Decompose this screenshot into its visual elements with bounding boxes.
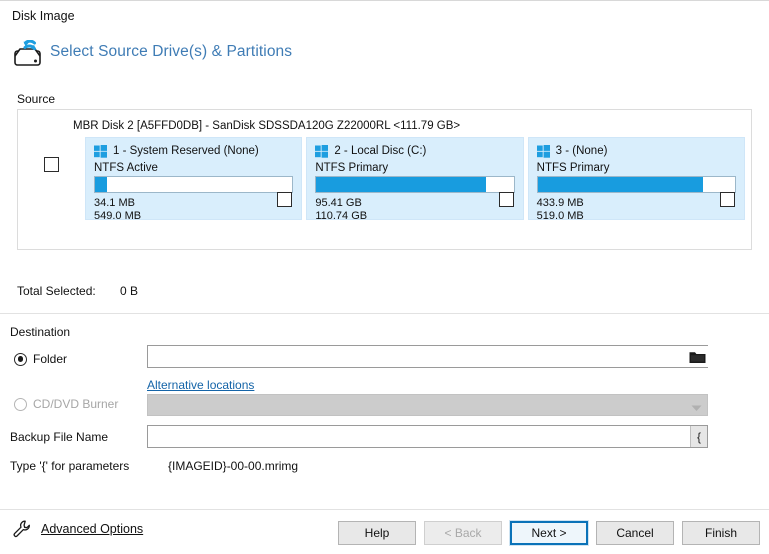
cddvd-burner-combobox bbox=[147, 394, 708, 416]
partition-used: 95.41 GB bbox=[315, 197, 362, 209]
backup-file-name-input[interactable] bbox=[148, 426, 690, 447]
destination-cddvd-radio[interactable]: CD/DVD Burner bbox=[14, 397, 118, 411]
wizard-step-header: Select Source Drive(s) & Partitions bbox=[0, 35, 769, 79]
partition-filesystem: NTFS Primary bbox=[536, 162, 610, 174]
chevron-down-icon bbox=[691, 401, 702, 415]
advanced-options[interactable]: Advanced Options bbox=[12, 519, 143, 539]
back-button: < Back bbox=[424, 521, 502, 545]
partition-select-checkbox[interactable] bbox=[498, 192, 514, 210]
partition-total: 549.0 MB bbox=[94, 210, 142, 222]
disk-image-refresh-icon bbox=[12, 39, 46, 70]
radio-indicator-folder[interactable] bbox=[14, 352, 27, 366]
partition-used: 433.9 MB bbox=[536, 197, 584, 209]
partition-usage-fill bbox=[95, 177, 107, 192]
destination-folder-combobox[interactable] bbox=[147, 345, 708, 368]
partition-usage-bar bbox=[536, 176, 736, 193]
footer-divider bbox=[0, 509, 769, 510]
type-hint-label: Type '{' for parameters bbox=[10, 459, 130, 473]
partition-name: 2 - Local Disc (C:) bbox=[334, 145, 427, 157]
partition-card[interactable]: 2 - Local Disc (C:) NTFS Primary 95.41 G… bbox=[306, 137, 524, 223]
partition-list: 1 - System Reserved (None) NTFS Active 3… bbox=[85, 137, 745, 241]
disk-select-checkbox[interactable] bbox=[44, 157, 59, 175]
source-disk-panel: MBR Disk 2 [A5FFD0DB] - SanDisk SDSSDA12… bbox=[17, 109, 752, 250]
advanced-options-label[interactable]: Advanced Options bbox=[41, 522, 143, 536]
section-divider bbox=[0, 313, 769, 314]
partition-name: 3 - (None) bbox=[555, 145, 608, 157]
windows-logo-icon bbox=[536, 144, 550, 158]
wrench-icon bbox=[13, 520, 30, 538]
disk-label: MBR Disk 2 [A5FFD0DB] - SanDisk SDSSDA12… bbox=[73, 120, 461, 132]
partition-usage-fill bbox=[316, 177, 487, 192]
partition-total: 110.74 GB bbox=[315, 210, 368, 222]
partition-usage-bar bbox=[94, 176, 294, 193]
page-title: Select Source Drive(s) & Partitions bbox=[50, 43, 293, 60]
partition-select-checkbox[interactable] bbox=[277, 192, 293, 210]
partition-card[interactable]: 3 - (None) NTFS Primary 433.9 MB 519.0 M… bbox=[527, 137, 745, 223]
finish-button[interactable]: Finish bbox=[682, 521, 760, 545]
destination-group-label: Destination bbox=[10, 325, 71, 339]
window-titlebar: Disk Image bbox=[0, 1, 769, 32]
partition-sizes: 95.41 GB 110.74 GB bbox=[315, 197, 514, 223]
folder-browse-button[interactable] bbox=[686, 346, 708, 367]
partition-sizes: 34.1 MB 549.0 MB bbox=[94, 197, 293, 223]
partition-total: 519.0 MB bbox=[536, 210, 584, 222]
folder-path-input[interactable] bbox=[148, 346, 683, 367]
windows-logo-icon bbox=[94, 144, 107, 158]
partition-name: 1 - System Reserved (None) bbox=[113, 145, 259, 157]
total-selected-value: 0 B bbox=[120, 284, 139, 298]
alternative-locations-link[interactable]: Alternative locations bbox=[147, 378, 254, 392]
partition-header: 2 - Local Disc (C:) bbox=[315, 143, 514, 159]
radio-indicator-cddvd[interactable] bbox=[14, 397, 27, 411]
radio-label-cddvd: CD/DVD Burner bbox=[33, 397, 119, 411]
partition-filesystem: NTFS Primary bbox=[315, 162, 389, 174]
windows-logo-icon bbox=[315, 144, 329, 158]
partition-filesystem: NTFS Active bbox=[94, 162, 158, 174]
total-selected-label: Total Selected: bbox=[17, 284, 96, 298]
backup-file-name-label: Backup File Name bbox=[10, 430, 109, 444]
disk-image-wizard-window: Disk Image Select Source Drive(s) & Part… bbox=[0, 0, 769, 554]
backup-file-name-field[interactable]: { bbox=[147, 425, 708, 448]
filename-pattern-preview: {IMAGEID}-00-00.mrimg bbox=[168, 459, 299, 473]
next-button[interactable]: Next > bbox=[509, 520, 589, 546]
partition-usage-bar bbox=[315, 176, 515, 193]
partition-used: 34.1 MB bbox=[94, 197, 135, 209]
partition-header: 1 - System Reserved (None) bbox=[94, 143, 293, 159]
insert-parameter-button[interactable]: { bbox=[690, 426, 707, 447]
source-group-label: Source bbox=[17, 92, 56, 106]
radio-label-folder: Folder bbox=[33, 352, 68, 366]
destination-folder-radio[interactable]: Folder bbox=[14, 352, 67, 366]
partition-sizes: 433.9 MB 519.0 MB bbox=[537, 197, 736, 223]
wizard-button-row: Help < Back Next > Cancel Finish bbox=[338, 520, 760, 546]
partition-header: 3 - (None) bbox=[536, 143, 736, 159]
partition-card[interactable]: 1 - System Reserved (None) NTFS Active 3… bbox=[85, 137, 303, 223]
folder-icon bbox=[689, 351, 705, 363]
window-title: Disk Image bbox=[12, 9, 75, 23]
cancel-button[interactable]: Cancel bbox=[596, 521, 674, 545]
help-button[interactable]: Help bbox=[338, 521, 416, 545]
partition-select-checkbox[interactable] bbox=[719, 192, 735, 210]
partition-usage-fill bbox=[537, 177, 704, 192]
